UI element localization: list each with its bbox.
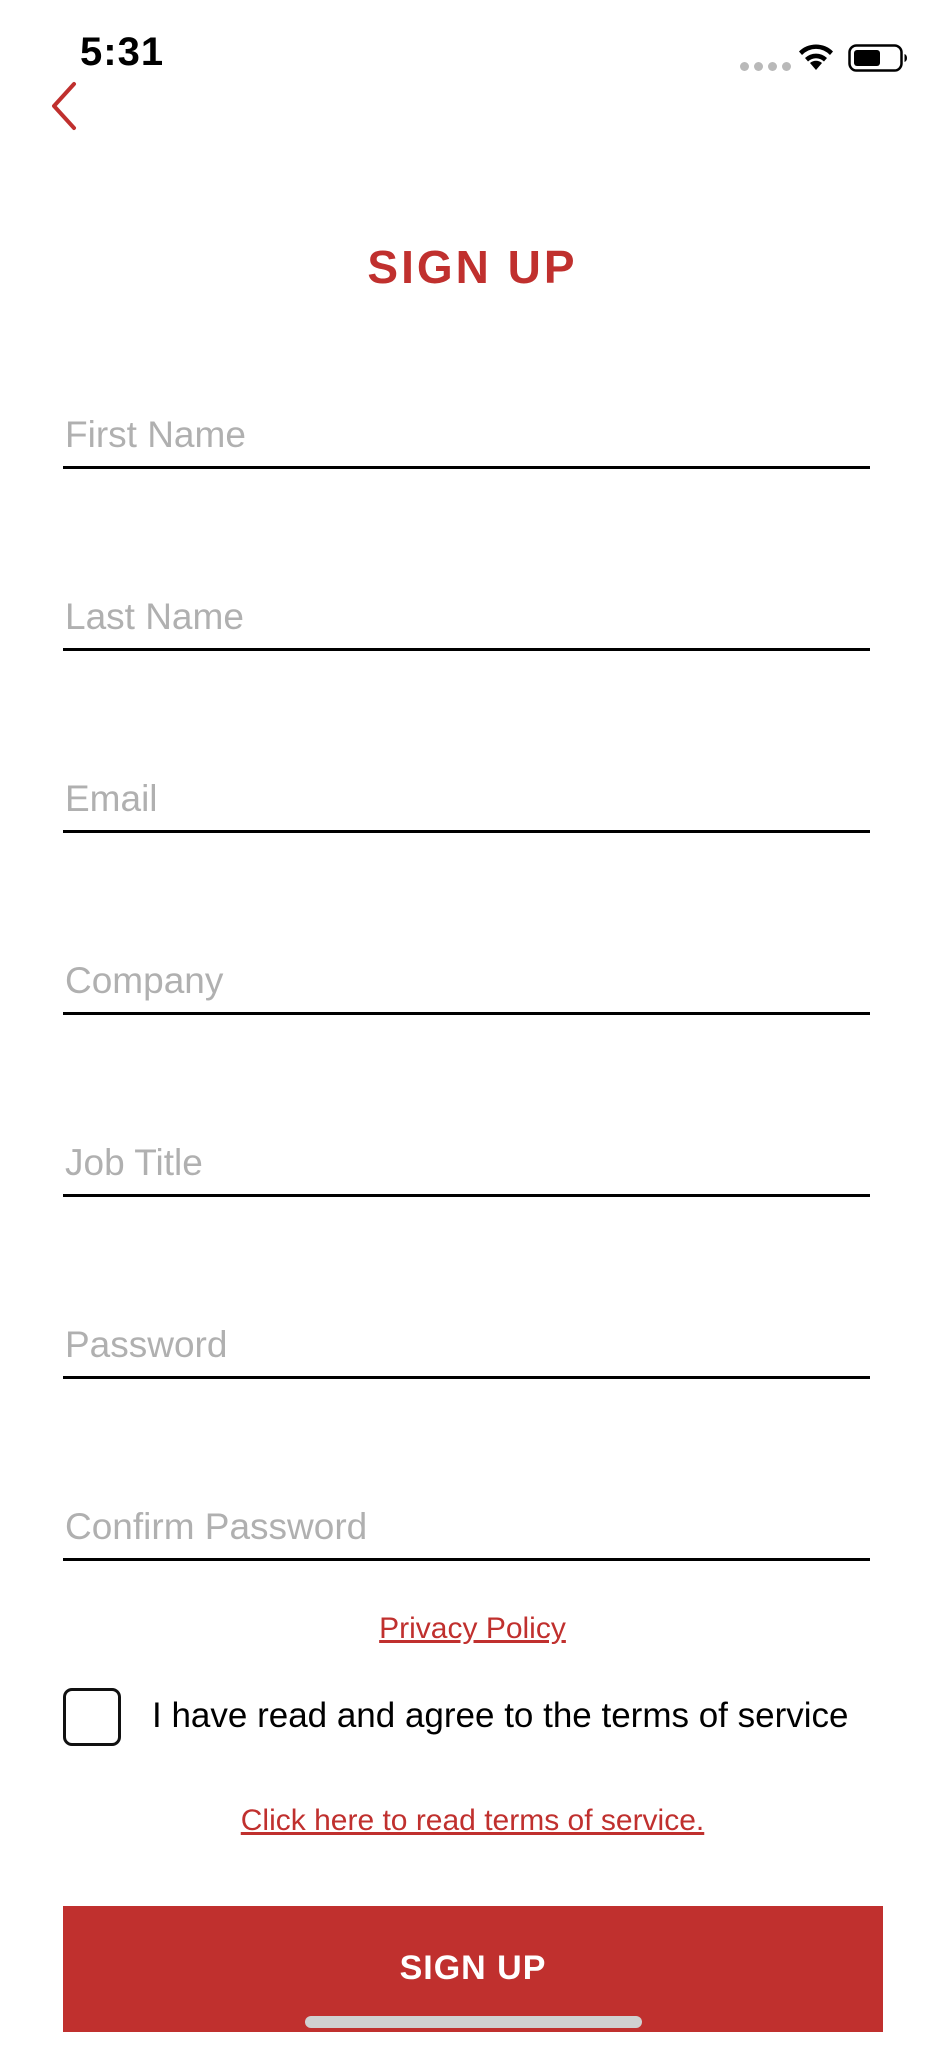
status-time: 5:31 <box>80 30 165 74</box>
company-field-container <box>63 932 870 1015</box>
last-name-field-container <box>63 568 870 651</box>
terms-checkbox-label: I have read and agree to the terms of se… <box>152 1696 849 1735</box>
battery-icon <box>848 44 907 72</box>
sign-up-button[interactable]: SIGN UP <box>63 1906 883 2032</box>
wifi-icon <box>799 44 833 70</box>
last-name-input[interactable] <box>65 596 865 638</box>
privacy-policy-link[interactable]: Privacy Policy <box>0 1612 945 1646</box>
home-indicator <box>305 2016 642 2028</box>
job-title-input[interactable] <box>65 1142 865 1184</box>
password-field-container <box>63 1296 870 1379</box>
confirm-password-input[interactable] <box>65 1506 865 1548</box>
email-input[interactable] <box>65 778 865 820</box>
terms-checkbox[interactable] <box>63 1688 121 1746</box>
password-input[interactable] <box>65 1324 865 1366</box>
confirm-password-field-container <box>63 1478 870 1561</box>
page-title: SIGN UP <box>367 241 578 293</box>
email-field-container <box>63 750 870 833</box>
job-title-field-container <box>63 1114 870 1197</box>
back-button[interactable] <box>40 74 90 134</box>
chevron-left-icon <box>52 82 76 130</box>
cellular-signal-icon <box>740 62 791 71</box>
first-name-input[interactable] <box>65 414 865 456</box>
company-input[interactable] <box>65 960 865 1002</box>
first-name-field-container <box>63 386 870 469</box>
terms-agreement-row: I have read and agree to the terms of se… <box>63 1688 923 1752</box>
terms-of-service-link[interactable]: Click here to read terms of service. <box>0 1804 945 1838</box>
status-bar: 5:31 <box>0 0 945 100</box>
